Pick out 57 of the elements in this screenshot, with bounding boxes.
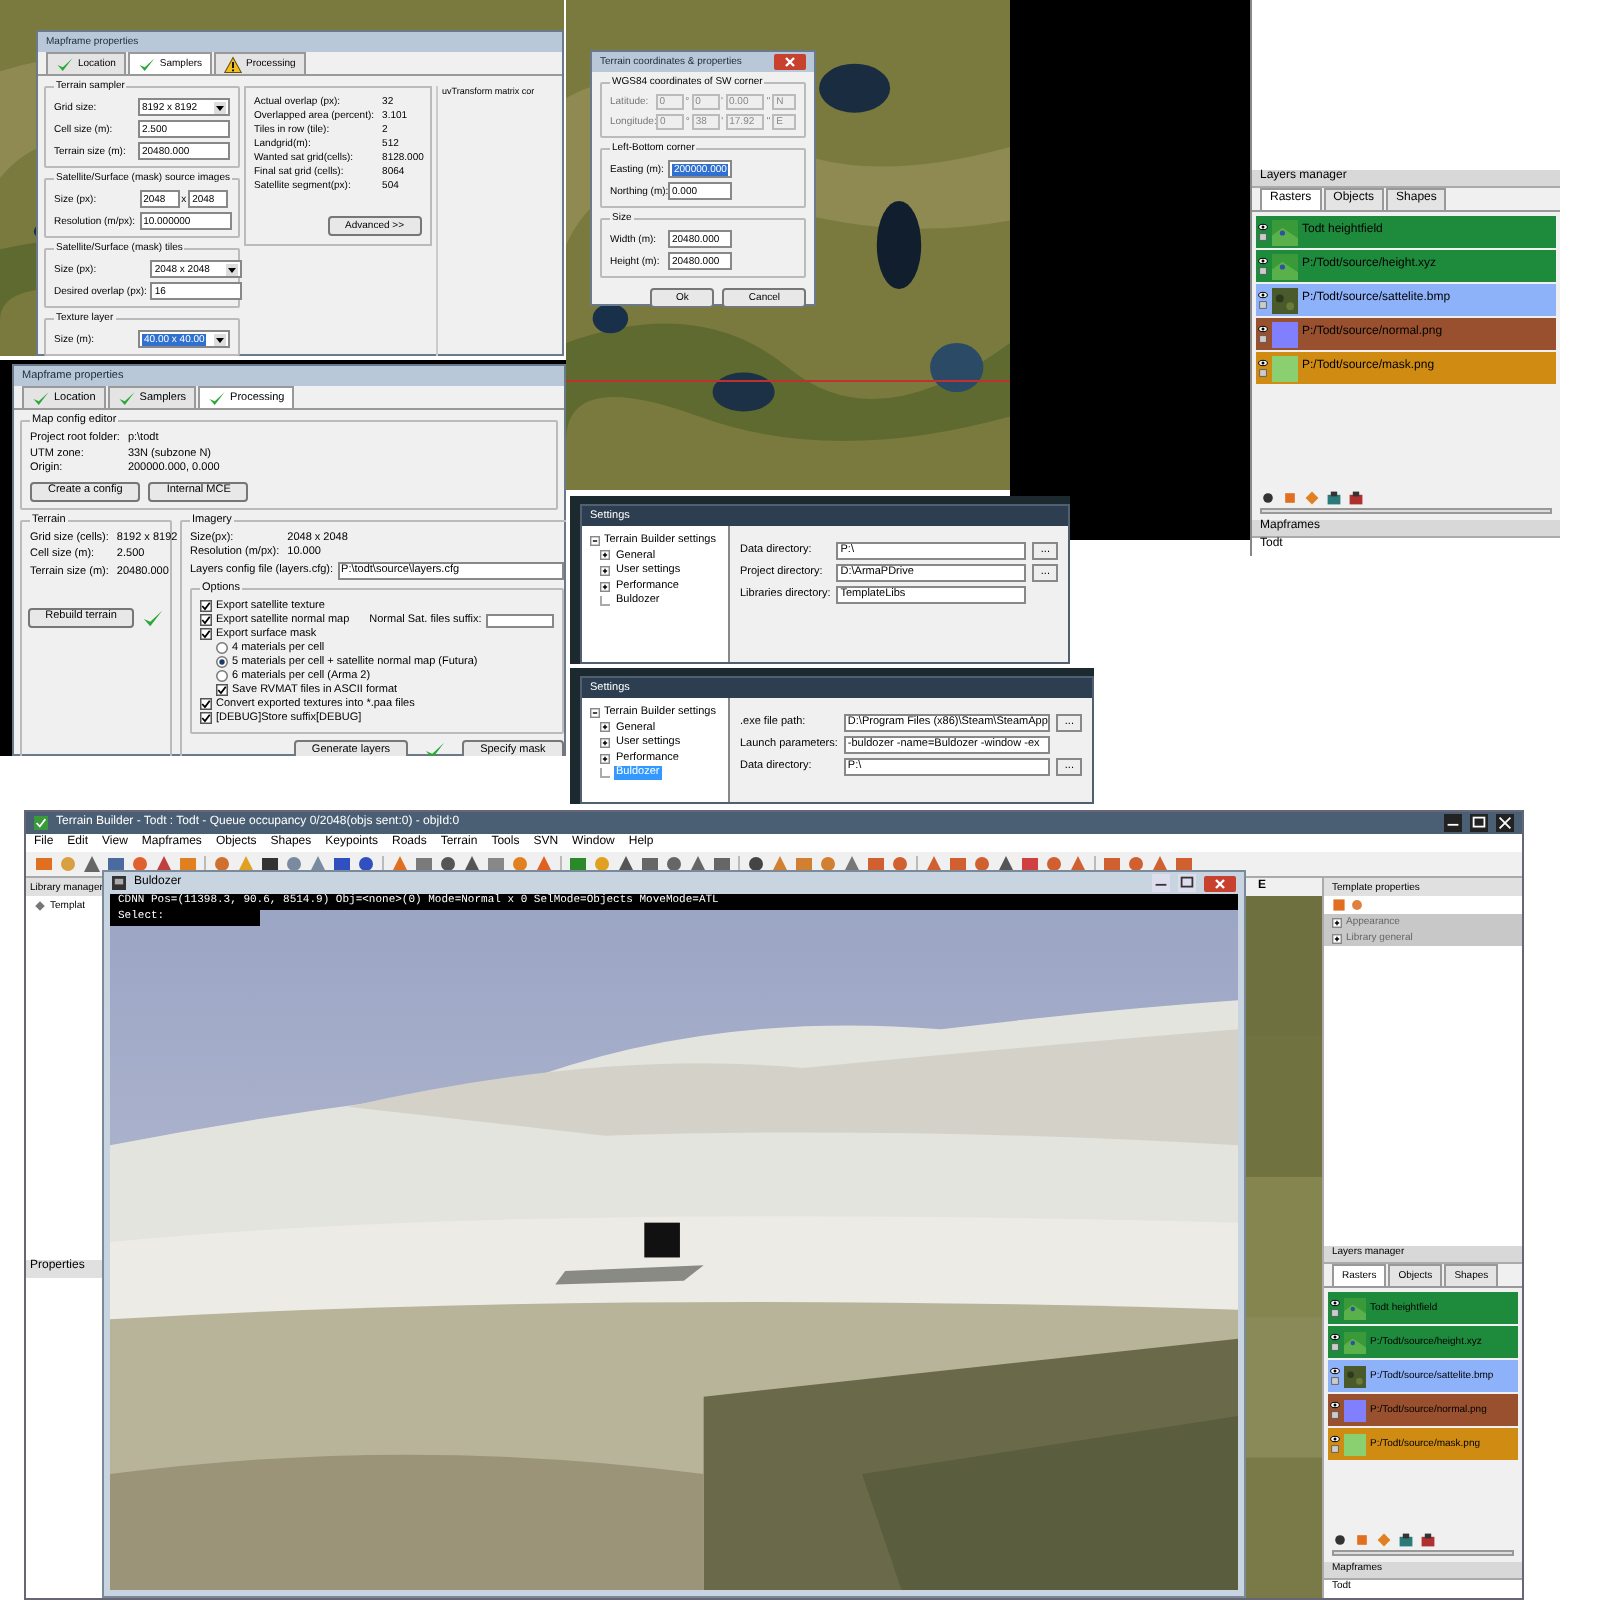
minimize-button[interactable] bbox=[1444, 814, 1462, 832]
close-button[interactable] bbox=[1496, 814, 1514, 832]
expand-icon[interactable] bbox=[1332, 933, 1342, 943]
thumbnail-icon bbox=[1272, 321, 1298, 347]
thumbnail-icon bbox=[1344, 1331, 1366, 1353]
expand-icon[interactable] bbox=[600, 753, 610, 764]
scrollbar[interactable] bbox=[1260, 508, 1552, 514]
collapse-icon[interactable] bbox=[590, 707, 600, 718]
thumbnail-icon bbox=[1344, 1433, 1366, 1455]
visibility-icon[interactable] bbox=[1330, 1366, 1340, 1386]
maximize-button[interactable] bbox=[1470, 814, 1488, 832]
thumbnail-icon bbox=[1344, 1365, 1366, 1387]
expand-icon[interactable] bbox=[600, 565, 610, 576]
toolbar-icon[interactable] bbox=[1348, 490, 1364, 506]
checkbox[interactable] bbox=[200, 712, 212, 725]
visibility-icon[interactable] bbox=[1258, 256, 1268, 276]
caret-icon bbox=[214, 333, 226, 345]
expand-icon[interactable] bbox=[1332, 917, 1342, 927]
scrollbar[interactable] bbox=[1332, 1550, 1514, 1556]
thumbnail-icon bbox=[1272, 287, 1298, 313]
toolbar-icon[interactable] bbox=[1326, 490, 1342, 506]
input-field[interactable] bbox=[485, 613, 554, 628]
expand-icon[interactable] bbox=[600, 550, 610, 561]
thumbnail-icon bbox=[1272, 355, 1298, 381]
visibility-icon[interactable] bbox=[1330, 1434, 1340, 1454]
thumbnail-icon bbox=[1272, 253, 1298, 279]
visibility-icon[interactable] bbox=[1258, 222, 1268, 242]
radio-button[interactable] bbox=[216, 670, 228, 683]
thumbnail-icon bbox=[1344, 1297, 1366, 1319]
caret-icon bbox=[226, 263, 239, 275]
collapse-icon[interactable] bbox=[590, 535, 600, 546]
visibility-icon[interactable] bbox=[1330, 1400, 1340, 1420]
checkbox[interactable] bbox=[200, 628, 212, 641]
app-icon bbox=[34, 816, 48, 830]
visibility-icon[interactable] bbox=[1330, 1332, 1340, 1352]
template-icon bbox=[34, 900, 46, 912]
visibility-icon[interactable] bbox=[1330, 1298, 1340, 1318]
checkbox[interactable] bbox=[200, 614, 212, 627]
expand-icon[interactable] bbox=[600, 581, 610, 592]
visibility-icon[interactable] bbox=[1258, 290, 1268, 310]
maximize-button[interactable] bbox=[1178, 874, 1196, 892]
visibility-icon[interactable] bbox=[1258, 358, 1268, 378]
thumbnail-icon bbox=[1272, 219, 1298, 245]
expand-icon[interactable] bbox=[600, 737, 610, 748]
thumbnail-icon bbox=[1344, 1399, 1366, 1421]
checkbox[interactable] bbox=[200, 600, 212, 613]
checkbox[interactable] bbox=[216, 684, 228, 697]
app-icon bbox=[112, 876, 126, 890]
toolbar-icon[interactable] bbox=[1398, 1532, 1414, 1548]
radio-button[interactable] bbox=[216, 642, 228, 655]
expand-icon[interactable] bbox=[600, 722, 610, 733]
radio-button[interactable] bbox=[216, 656, 228, 669]
checkbox[interactable] bbox=[200, 698, 212, 711]
visibility-icon[interactable] bbox=[1258, 324, 1268, 344]
toolbar-icon[interactable] bbox=[1420, 1532, 1436, 1548]
caret-icon bbox=[214, 101, 226, 113]
minimize-button[interactable] bbox=[1152, 874, 1170, 892]
